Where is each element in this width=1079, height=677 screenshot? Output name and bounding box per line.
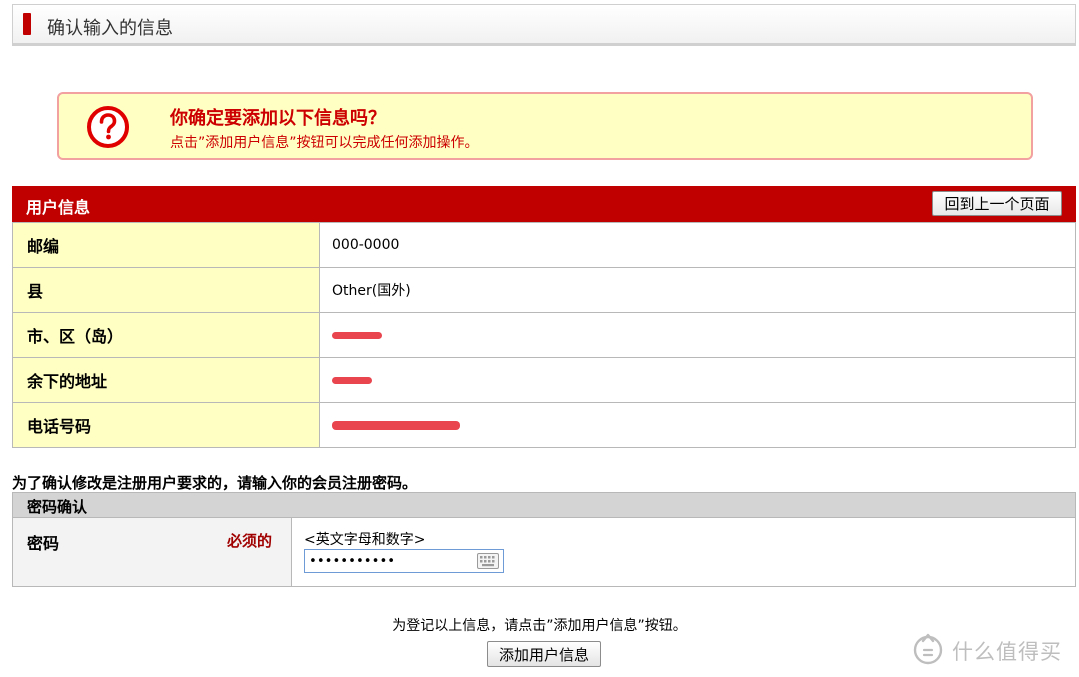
postal-code-value: 000-0000 bbox=[319, 222, 1076, 268]
password-section-title: 密码确认 bbox=[27, 498, 88, 516]
phone-value bbox=[319, 402, 1076, 448]
question-icon bbox=[87, 106, 129, 148]
password-row: 密码 必须的 <英文字母和数字> bbox=[12, 518, 1076, 587]
watermark-text: 什么值得买 bbox=[952, 640, 1062, 664]
address-value bbox=[319, 357, 1076, 403]
city-value bbox=[319, 312, 1076, 358]
prefecture-value: Other(国外) bbox=[319, 267, 1076, 313]
required-label: 必须的 bbox=[227, 532, 273, 550]
user-info-header: 用户信息 回到上一个页面 bbox=[12, 186, 1076, 222]
city-label: 市、区（岛） bbox=[12, 312, 320, 358]
password-hint: <英文字母和数字> bbox=[304, 532, 426, 548]
confirm-description: 点击”添加用户信息”按钮可以完成任何添加操作。 bbox=[170, 135, 479, 151]
user-info-section: 用户信息 回到上一个页面 邮编 000-0000 县 Other(国外) 市、区… bbox=[12, 186, 1076, 448]
add-user-info-button[interactable]: 添加用户信息 bbox=[487, 641, 601, 667]
table-row: 电话号码 bbox=[12, 402, 1076, 448]
postal-code-label: 邮编 bbox=[12, 222, 320, 268]
password-label-cell: 密码 必须的 bbox=[13, 518, 292, 586]
table-row: 县 Other(国外) bbox=[12, 267, 1076, 313]
smzdm-logo-icon bbox=[913, 633, 943, 665]
keyboard-icon[interactable] bbox=[477, 553, 499, 569]
redaction-mark bbox=[332, 376, 372, 384]
password-instruction: 为了确认修改是注册用户要求的，请输入你的会员注册密码。 bbox=[12, 474, 418, 492]
header-accent-bar bbox=[23, 13, 31, 35]
user-info-title: 用户信息 bbox=[26, 198, 91, 217]
confirm-box: 你确定要添加以下信息吗？ 点击”添加用户信息”按钮可以完成任何添加操作。 bbox=[57, 92, 1033, 160]
password-header: 密码确认 bbox=[12, 492, 1076, 518]
confirm-title: 你确定要添加以下信息吗？ bbox=[170, 108, 386, 129]
password-input[interactable] bbox=[304, 549, 504, 573]
phone-label: 电话号码 bbox=[12, 402, 320, 448]
user-info-table: 邮编 000-0000 县 Other(国外) 市、区（岛） 余下的地址 电话号… bbox=[12, 222, 1076, 448]
back-button[interactable]: 回到上一个页面 bbox=[932, 191, 1062, 216]
page-title: 确认输入的信息 bbox=[47, 18, 173, 39]
password-label: 密码 bbox=[27, 534, 60, 553]
redaction-mark bbox=[332, 331, 382, 339]
table-row: 邮编 000-0000 bbox=[12, 222, 1076, 268]
table-row: 市、区（岛） bbox=[12, 312, 1076, 358]
watermark: 什么值得买 bbox=[912, 632, 1072, 670]
password-section: 密码确认 密码 必须的 <英文字母和数字> bbox=[12, 492, 1076, 588]
prefecture-label: 县 bbox=[12, 267, 320, 313]
redaction-mark bbox=[332, 420, 460, 430]
address-label: 余下的地址 bbox=[12, 357, 320, 403]
page-header: 确认输入的信息 bbox=[12, 4, 1076, 46]
table-row: 余下的地址 bbox=[12, 357, 1076, 403]
